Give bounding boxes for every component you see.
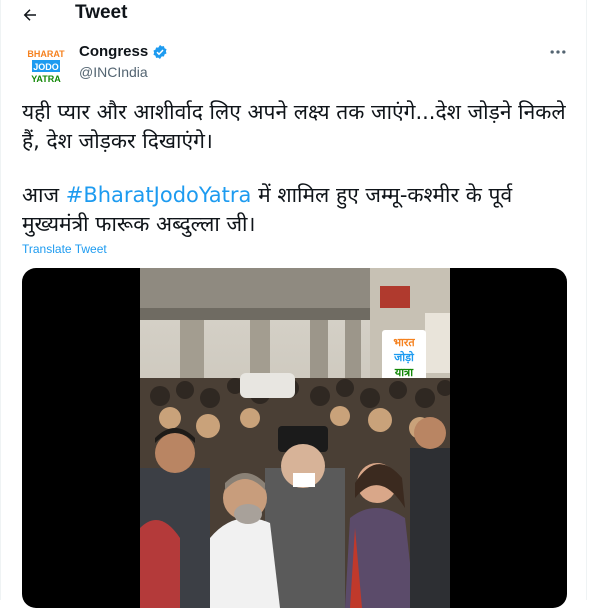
back-button[interactable] bbox=[18, 3, 42, 27]
author-name[interactable]: Congress bbox=[79, 43, 168, 60]
bharat-jodo-yatra-logo: BHARAT JODO YATRA bbox=[22, 42, 70, 90]
page-header: Tweet bbox=[0, 0, 586, 30]
author-handle[interactable]: @INCIndia bbox=[79, 64, 148, 80]
column-border-right bbox=[586, 0, 587, 600]
tweet-text: यही प्यार और आशीर्वाद लिए अपने लक्ष्य तक… bbox=[22, 98, 582, 239]
page-title: Tweet bbox=[75, 2, 128, 23]
column-border-left bbox=[0, 0, 1, 600]
rally-photo: भारत जोड़ो यात्रा bbox=[140, 268, 450, 608]
verified-badge-icon bbox=[153, 44, 167, 59]
sign-line-1: भारत bbox=[393, 336, 415, 349]
avatar-logo-line-2: JODO bbox=[33, 62, 59, 72]
hashtag-link[interactable]: #BharatJodoYatra bbox=[66, 183, 252, 207]
more-horizontal-icon bbox=[550, 50, 566, 54]
author-name-text: Congress bbox=[79, 43, 149, 60]
tweet-paragraph-1: यही प्यार और आशीर्वाद लिए अपने लक्ष्य तक… bbox=[22, 100, 566, 153]
tweet-text-prefix: आज bbox=[22, 183, 66, 207]
tweet-paragraph-2: आज #BharatJodoYatra में शामिल हुए जम्मू-… bbox=[22, 181, 582, 239]
sign-line-2: जोड़ो bbox=[393, 350, 415, 364]
avatar-logo-line-1: BHARAT bbox=[27, 49, 65, 59]
sign-line-3: यात्रा bbox=[394, 366, 414, 379]
avatar[interactable]: BHARAT JODO YATRA bbox=[22, 42, 70, 90]
arrow-left-icon bbox=[23, 9, 36, 21]
tweet-media[interactable]: भारत जोड़ो यात्रा bbox=[22, 268, 567, 608]
more-options-button[interactable] bbox=[548, 42, 568, 67]
avatar-logo-line-3: YATRA bbox=[31, 74, 61, 84]
bharat-jodo-sign: भारत जोड़ो यात्रा bbox=[382, 330, 426, 382]
translate-tweet-link[interactable]: Translate Tweet bbox=[22, 242, 107, 256]
